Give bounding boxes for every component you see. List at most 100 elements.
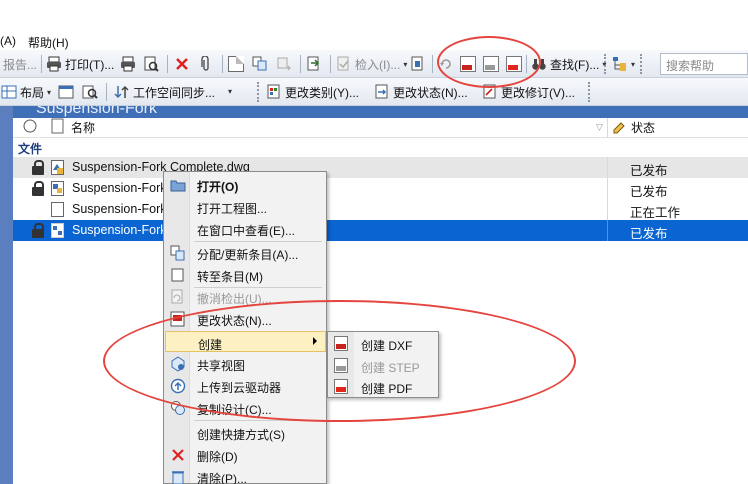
- lock-icon: [31, 181, 45, 196]
- toolbar-main: 报告... 打印(T)... 检入(I)... ▾ 查找(F)... ▾ ▾: [0, 50, 748, 78]
- layout-grid-icon: [1, 84, 17, 100]
- check-in-button[interactable]: 检入(I)... ▾: [336, 55, 407, 73]
- cloud-upload-icon: [170, 378, 186, 394]
- column-header-state[interactable]: 状态: [631, 119, 655, 136]
- menu-item-open-drawing[interactable]: 打开工程图...: [165, 196, 326, 217]
- search-help-input[interactable]: 搜索帮助: [660, 53, 748, 75]
- attach-button[interactable]: [198, 55, 214, 73]
- file-state: 已发布: [630, 185, 668, 199]
- submenu-item-create-dxf[interactable]: 创建 DXF: [329, 333, 439, 354]
- status-column-icon[interactable]: [22, 118, 38, 137]
- table-row[interactable]: Suspension-Fork 已发布: [13, 178, 748, 199]
- table-row-selected[interactable]: Suspension-Fork 已发布: [13, 220, 748, 241]
- toolbar-workspace-sync-label: 工作空间同步...: [133, 85, 216, 100]
- menu-item-create[interactable]: 创建: [165, 331, 326, 352]
- sync-arrows-icon: [114, 84, 130, 100]
- go-to-item-icon: [170, 267, 186, 283]
- create-step-icon: [334, 358, 348, 373]
- change-state-button[interactable]: 更改状态(N)...: [374, 83, 468, 101]
- create-dxf-icon: [334, 336, 348, 351]
- new-file-button[interactable]: [228, 55, 244, 73]
- print-preview-button[interactable]: [143, 55, 159, 73]
- menu-item-view-in-window[interactable]: 在窗口中查看(E)...: [165, 218, 326, 239]
- delete-button[interactable]: [174, 55, 190, 73]
- get-revision-icon: [306, 56, 322, 72]
- create-step-icon: [483, 56, 499, 72]
- check-out-icon: [410, 56, 426, 72]
- toolbar-report-label: 报告...: [3, 57, 38, 72]
- copy-design-icon: [170, 400, 186, 416]
- change-category-button[interactable]: 更改类别(Y)...: [266, 83, 359, 101]
- menu-item-delete[interactable]: 删除(D): [165, 444, 326, 465]
- state-column-icon: [612, 119, 628, 138]
- change-state-icon: [374, 84, 390, 100]
- file-state: 已发布: [630, 164, 668, 178]
- lock-icon: [31, 223, 45, 238]
- submenu-item-create-pdf[interactable]: 创建 PDF: [329, 376, 439, 397]
- change-category-icon: [266, 84, 282, 100]
- move-icon: [276, 56, 292, 72]
- change-revision-button[interactable]: 更改修订(V)...: [482, 83, 575, 101]
- find-button[interactable]: 查找(F)... ▾: [531, 55, 606, 73]
- search-view-button[interactable]: [82, 83, 98, 101]
- create-dxf-tool-button[interactable]: [460, 55, 476, 73]
- check-out-button[interactable]: [410, 55, 426, 73]
- toolbar-print-label: 打印(T)...: [65, 57, 115, 72]
- menu-help[interactable]: 帮助(H): [28, 34, 69, 51]
- explorer-button[interactable]: ▾: [612, 55, 635, 73]
- change-revision-icon: [482, 84, 498, 100]
- menu-item-change-state[interactable]: 更改状态(N)...: [165, 308, 326, 329]
- toolbar-layout-label: 布局: [20, 85, 45, 100]
- submenu-arrow-icon: [313, 337, 317, 345]
- file-state: 已发布: [630, 227, 668, 241]
- printer-icon: [46, 56, 62, 72]
- folder-title-bar: Suspension-Fork: [0, 106, 748, 118]
- refresh-icon: [438, 56, 454, 72]
- file-column-icon: [51, 118, 65, 137]
- navigation-pane-edge[interactable]: [0, 106, 13, 484]
- menu-item-purge[interactable]: 清除(P)...: [165, 466, 326, 484]
- menu-item-upload-cloud[interactable]: 上传到云驱动器: [165, 375, 326, 396]
- submenu-item-create-step[interactable]: 创建 STEP: [329, 355, 439, 376]
- paperclip-icon: [198, 55, 214, 72]
- purge-icon: [170, 469, 186, 484]
- menu-item-open[interactable]: 打开(O): [165, 174, 326, 195]
- report-button[interactable]: 报告...: [3, 55, 37, 73]
- get-latest-button[interactable]: [306, 55, 322, 73]
- create-pdf-icon: [506, 56, 522, 72]
- copy-objects-icon: [252, 56, 268, 72]
- table-row[interactable]: Suspension-Fork Complete.dwg 已发布: [13, 157, 748, 178]
- create-dxf-icon: [460, 56, 476, 72]
- table-row[interactable]: Suspension-Fork 正在工作: [13, 199, 748, 220]
- tree-view-icon: [612, 56, 628, 72]
- print-setup-button[interactable]: [120, 55, 136, 73]
- refresh-button[interactable]: [438, 55, 454, 73]
- workspace-sync-button[interactable]: 工作空间同步...: [114, 83, 215, 101]
- copy-button[interactable]: [252, 55, 268, 73]
- context-menu: 打开(O) 打开工程图... 在窗口中查看(E)... 分配/更新条目(A)..…: [163, 171, 327, 484]
- chevron-down-icon: ▾: [403, 59, 408, 69]
- column-header-name[interactable]: 名称: [71, 119, 95, 136]
- layout-button[interactable]: 布局 ▾: [1, 83, 51, 101]
- print-button[interactable]: 打印(T)...: [46, 55, 114, 73]
- create-pdf-tool-button[interactable]: [506, 55, 522, 73]
- menu-item-shared-view[interactable]: 共享视图: [165, 353, 326, 374]
- printer-setup-icon: [120, 56, 136, 72]
- menu-tools[interactable]: (A): [0, 34, 16, 48]
- toolbar-checkin-label: 检入(I)...: [355, 57, 401, 72]
- menu-item-go-to-item[interactable]: 转至条目(M): [165, 264, 326, 285]
- create-pdf-icon: [334, 379, 348, 394]
- menu-item-create-shortcut[interactable]: 创建快捷方式(S): [165, 422, 326, 443]
- menu-item-copy-design[interactable]: 复制设计(C)...: [165, 397, 326, 418]
- create-step-tool-button[interactable]: [483, 55, 499, 73]
- toolbar-find-label: 查找(F)...: [550, 57, 600, 72]
- file-name: Suspension-Fork: [72, 223, 167, 237]
- move-button[interactable]: [276, 55, 292, 73]
- menu-item-assign-update-item[interactable]: 分配/更新条目(A)...: [165, 242, 326, 263]
- chevron-down-icon[interactable]: ▾: [228, 87, 232, 96]
- menu-item-undo-check-out[interactable]: 撤消检出(U)...: [165, 286, 326, 307]
- assembly-file-icon: [51, 181, 65, 196]
- view-pane-button[interactable]: [58, 83, 74, 101]
- binoculars-icon: [531, 56, 547, 72]
- print-preview-icon: [143, 56, 159, 72]
